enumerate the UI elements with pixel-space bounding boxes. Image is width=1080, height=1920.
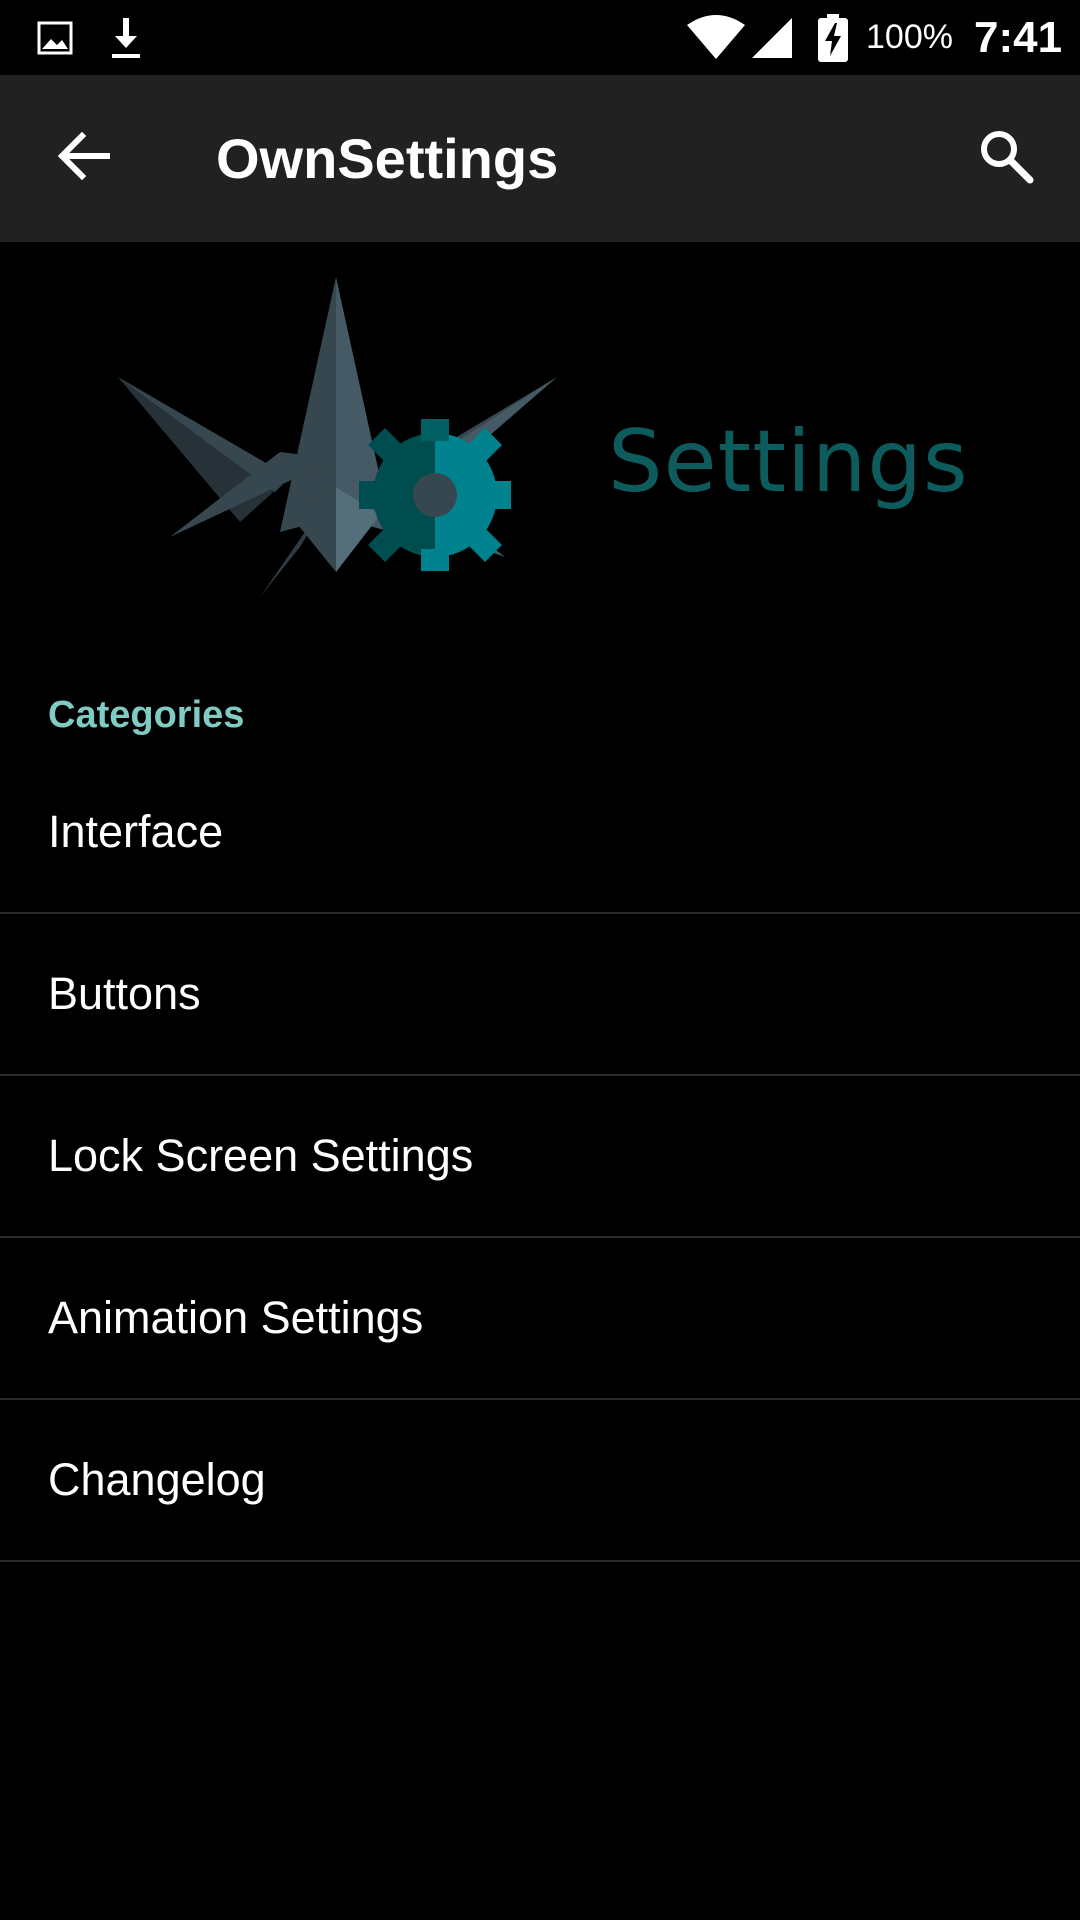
page-title: OwnSettings <box>216 127 559 190</box>
list-item-animation-settings[interactable]: Animation Settings <box>0 1238 1080 1400</box>
image-notification-icon <box>34 0 76 75</box>
search-button[interactable] <box>966 118 1046 198</box>
arrow-back-icon <box>57 131 111 185</box>
settings-list: Interface Buttons Lock Screen Settings A… <box>0 752 1080 1562</box>
download-icon <box>106 0 146 75</box>
back-button[interactable] <box>44 118 124 198</box>
signal-icon <box>748 0 796 75</box>
list-item-lock-screen-settings[interactable]: Lock Screen Settings <box>0 1076 1080 1238</box>
status-bar: 100% 7:41 <box>0 0 1080 75</box>
list-item-label: Interface <box>48 806 224 857</box>
list-item-label: Lock Screen Settings <box>48 1130 474 1181</box>
wifi-icon <box>684 0 748 75</box>
battery-charging-icon <box>816 0 850 75</box>
section-header-categories: Categories <box>48 694 245 736</box>
list-item-interface[interactable]: Interface <box>0 752 1080 914</box>
list-item-label: Buttons <box>48 968 201 1019</box>
list-item-buttons[interactable]: Buttons <box>0 914 1080 1076</box>
list-item-label: Changelog <box>48 1454 266 1505</box>
list-item-label: Animation Settings <box>48 1292 424 1343</box>
search-icon <box>978 128 1034 189</box>
star-gear-logo-icon <box>110 277 570 602</box>
app-bar: OwnSettings <box>0 75 1080 242</box>
banner: Settings <box>0 242 1080 642</box>
banner-text: Settings <box>608 412 969 512</box>
battery-percentage: 100% <box>866 18 953 56</box>
list-item-changelog[interactable]: Changelog <box>0 1400 1080 1562</box>
clock: 7:41 <box>974 12 1063 62</box>
